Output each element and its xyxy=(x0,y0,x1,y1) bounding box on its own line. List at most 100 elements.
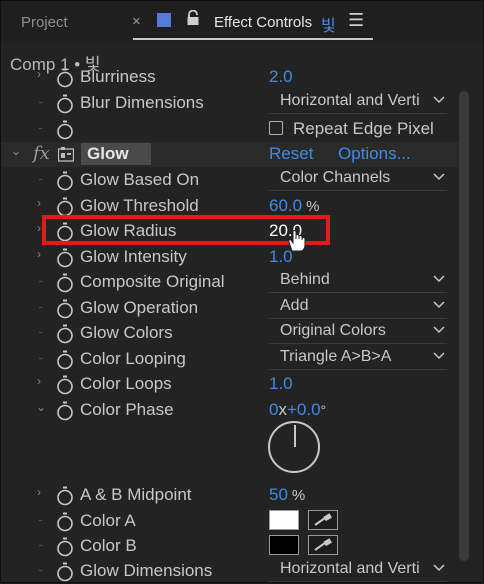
chevron-down-icon xyxy=(433,301,445,309)
chevron-down-icon xyxy=(433,173,445,181)
color-b-swatch[interactable] xyxy=(269,535,299,555)
eyedropper-icon xyxy=(314,538,332,551)
property-value[interactable]: 60.0% xyxy=(269,196,319,216)
stopwatch-icon[interactable] xyxy=(56,248,74,268)
panel-menu-icon[interactable]: ☰ xyxy=(348,10,364,31)
twirl-closed-icon[interactable]: › xyxy=(37,196,41,210)
stopwatch-icon[interactable] xyxy=(56,562,74,582)
fx-toggle[interactable]: fx xyxy=(33,143,50,164)
composition-swatch-icon xyxy=(157,13,171,27)
tree-line xyxy=(39,128,42,129)
chevron-down-icon xyxy=(433,326,445,334)
twirl-closed-icon[interactable]: › xyxy=(37,247,41,261)
stopwatch-icon[interactable] xyxy=(56,94,74,114)
stopwatch-icon[interactable] xyxy=(56,171,74,191)
property-row-color-b: Color B xyxy=(1,534,461,559)
color-a-swatch[interactable] xyxy=(269,510,299,530)
stopwatch-icon[interactable] xyxy=(56,486,74,506)
tab-bar: Project × Effect Controls 빛 ☰ xyxy=(1,1,483,43)
stopwatch-icon[interactable] xyxy=(56,401,74,421)
property-label: Glow Based On xyxy=(80,170,200,189)
tree-line xyxy=(39,545,42,546)
dial-needle[interactable] xyxy=(294,425,296,447)
checkbox-label: Repeat Edge Pixel xyxy=(293,119,434,138)
stopwatch-icon[interactable] xyxy=(56,197,74,217)
tab-effect-controls[interactable]: Effect Controls xyxy=(214,14,312,31)
composite-original-dropdown[interactable]: Behind xyxy=(269,270,447,293)
tree-line xyxy=(39,102,42,103)
property-row-glow-intensity: › Glow Intensity 1.0 xyxy=(1,245,461,270)
stopwatch-icon[interactable] xyxy=(56,68,74,88)
vertical-scrollbar[interactable] xyxy=(459,91,469,561)
property-row-color-looping: Color Looping Triangle A>B>A xyxy=(1,347,461,372)
property-value[interactable]: 1.0 xyxy=(269,374,293,394)
property-row-glow-colors: Glow Colors Original Colors xyxy=(1,321,461,346)
property-value[interactable]: 50% xyxy=(269,485,305,505)
angle-separator: x xyxy=(278,400,287,419)
property-label: Blurriness xyxy=(80,67,156,86)
color-phase-dial[interactable] xyxy=(268,421,320,473)
stopwatch-icon[interactable] xyxy=(56,273,74,293)
property-label: Glow Threshold xyxy=(80,196,199,215)
glow-operation-dropdown[interactable]: Add xyxy=(269,296,447,319)
dropdown-value: Horizontal and Verti xyxy=(280,92,420,109)
property-label: Composite Original xyxy=(80,272,225,291)
value-number[interactable]: 50 xyxy=(269,485,288,504)
stopwatch-icon[interactable] xyxy=(56,375,74,395)
stopwatch-icon[interactable] xyxy=(56,350,74,370)
property-row-blur-dimensions: Blur Dimensions Horizontal and Verti xyxy=(1,91,461,116)
chevron-down-icon xyxy=(433,352,445,360)
property-value[interactable]: 2.0 xyxy=(269,67,293,87)
twirl-open-icon[interactable]: ⌄ xyxy=(11,144,21,158)
twirl-closed-icon[interactable]: › xyxy=(37,485,41,499)
color-looping-dropdown[interactable]: Triangle A>B>A xyxy=(269,347,447,370)
chevron-down-icon xyxy=(433,564,445,572)
tab-project[interactable]: Project xyxy=(21,14,68,31)
property-row-composite-original: Composite Original Behind xyxy=(1,270,461,295)
dropdown-value: Add xyxy=(280,297,309,314)
angle-degrees[interactable]: +0.0 xyxy=(287,400,321,419)
reset-link[interactable]: Reset xyxy=(269,144,313,164)
options-link[interactable]: Options... xyxy=(338,144,411,164)
dropdown-value: Behind xyxy=(280,271,330,288)
glow-dimensions-dropdown[interactable]: Horizontal and Verti xyxy=(269,559,447,582)
property-row-glow-dimensions: Glow Dimensions Horizontal and Verti xyxy=(1,559,461,584)
effect-name[interactable]: Glow xyxy=(81,143,151,165)
twirl-closed-icon[interactable]: › xyxy=(37,221,41,235)
property-row-ab-midpoint: › A & B Midpoint 50% xyxy=(1,483,461,508)
degree-symbol: ° xyxy=(320,402,327,418)
property-label: Color Looping xyxy=(80,349,186,368)
twirl-open-icon[interactable]: ⌄ xyxy=(36,400,46,414)
active-tab-underline xyxy=(133,38,373,40)
stopwatch-icon[interactable] xyxy=(56,512,74,532)
eyedropper-button[interactable] xyxy=(308,535,338,555)
property-row-repeat-edge: Repeat Edge Pixel xyxy=(1,117,461,142)
lock-icon[interactable] xyxy=(186,10,200,26)
twirl-closed-icon[interactable]: › xyxy=(37,374,41,388)
tree-line xyxy=(39,358,42,359)
property-label: Color B xyxy=(80,536,137,555)
glow-based-on-dropdown[interactable]: Color Channels xyxy=(269,168,447,191)
effect-header-glow: ⌄ fx Glow Reset Options... xyxy=(1,142,459,167)
stopwatch-icon[interactable] xyxy=(56,299,74,319)
dropdown-value: Original Colors xyxy=(280,322,386,339)
glow-colors-dropdown[interactable]: Original Colors xyxy=(269,321,447,344)
property-label: Glow Dimensions xyxy=(80,561,213,580)
property-label: Blur Dimensions xyxy=(80,93,204,112)
value-number[interactable]: 60.0 xyxy=(269,196,302,215)
stopwatch-icon[interactable] xyxy=(56,120,74,140)
close-icon[interactable]: × xyxy=(132,13,141,30)
blur-dimensions-dropdown[interactable]: Horizontal and Verti xyxy=(269,91,447,114)
eyedropper-button[interactable] xyxy=(308,510,338,530)
repeat-edge-checkbox[interactable] xyxy=(269,121,283,135)
property-label: Glow Colors xyxy=(80,323,173,342)
hand-cursor-icon xyxy=(288,230,306,252)
stopwatch-icon[interactable] xyxy=(56,537,74,557)
twirl-closed-icon[interactable]: › xyxy=(37,67,41,81)
dropdown-value: Color Channels xyxy=(280,169,391,186)
value-unit: % xyxy=(306,198,320,215)
value-unit: % xyxy=(291,487,306,504)
property-label: Color Phase xyxy=(80,400,174,419)
tree-line xyxy=(39,570,42,571)
stopwatch-icon[interactable] xyxy=(56,324,74,344)
